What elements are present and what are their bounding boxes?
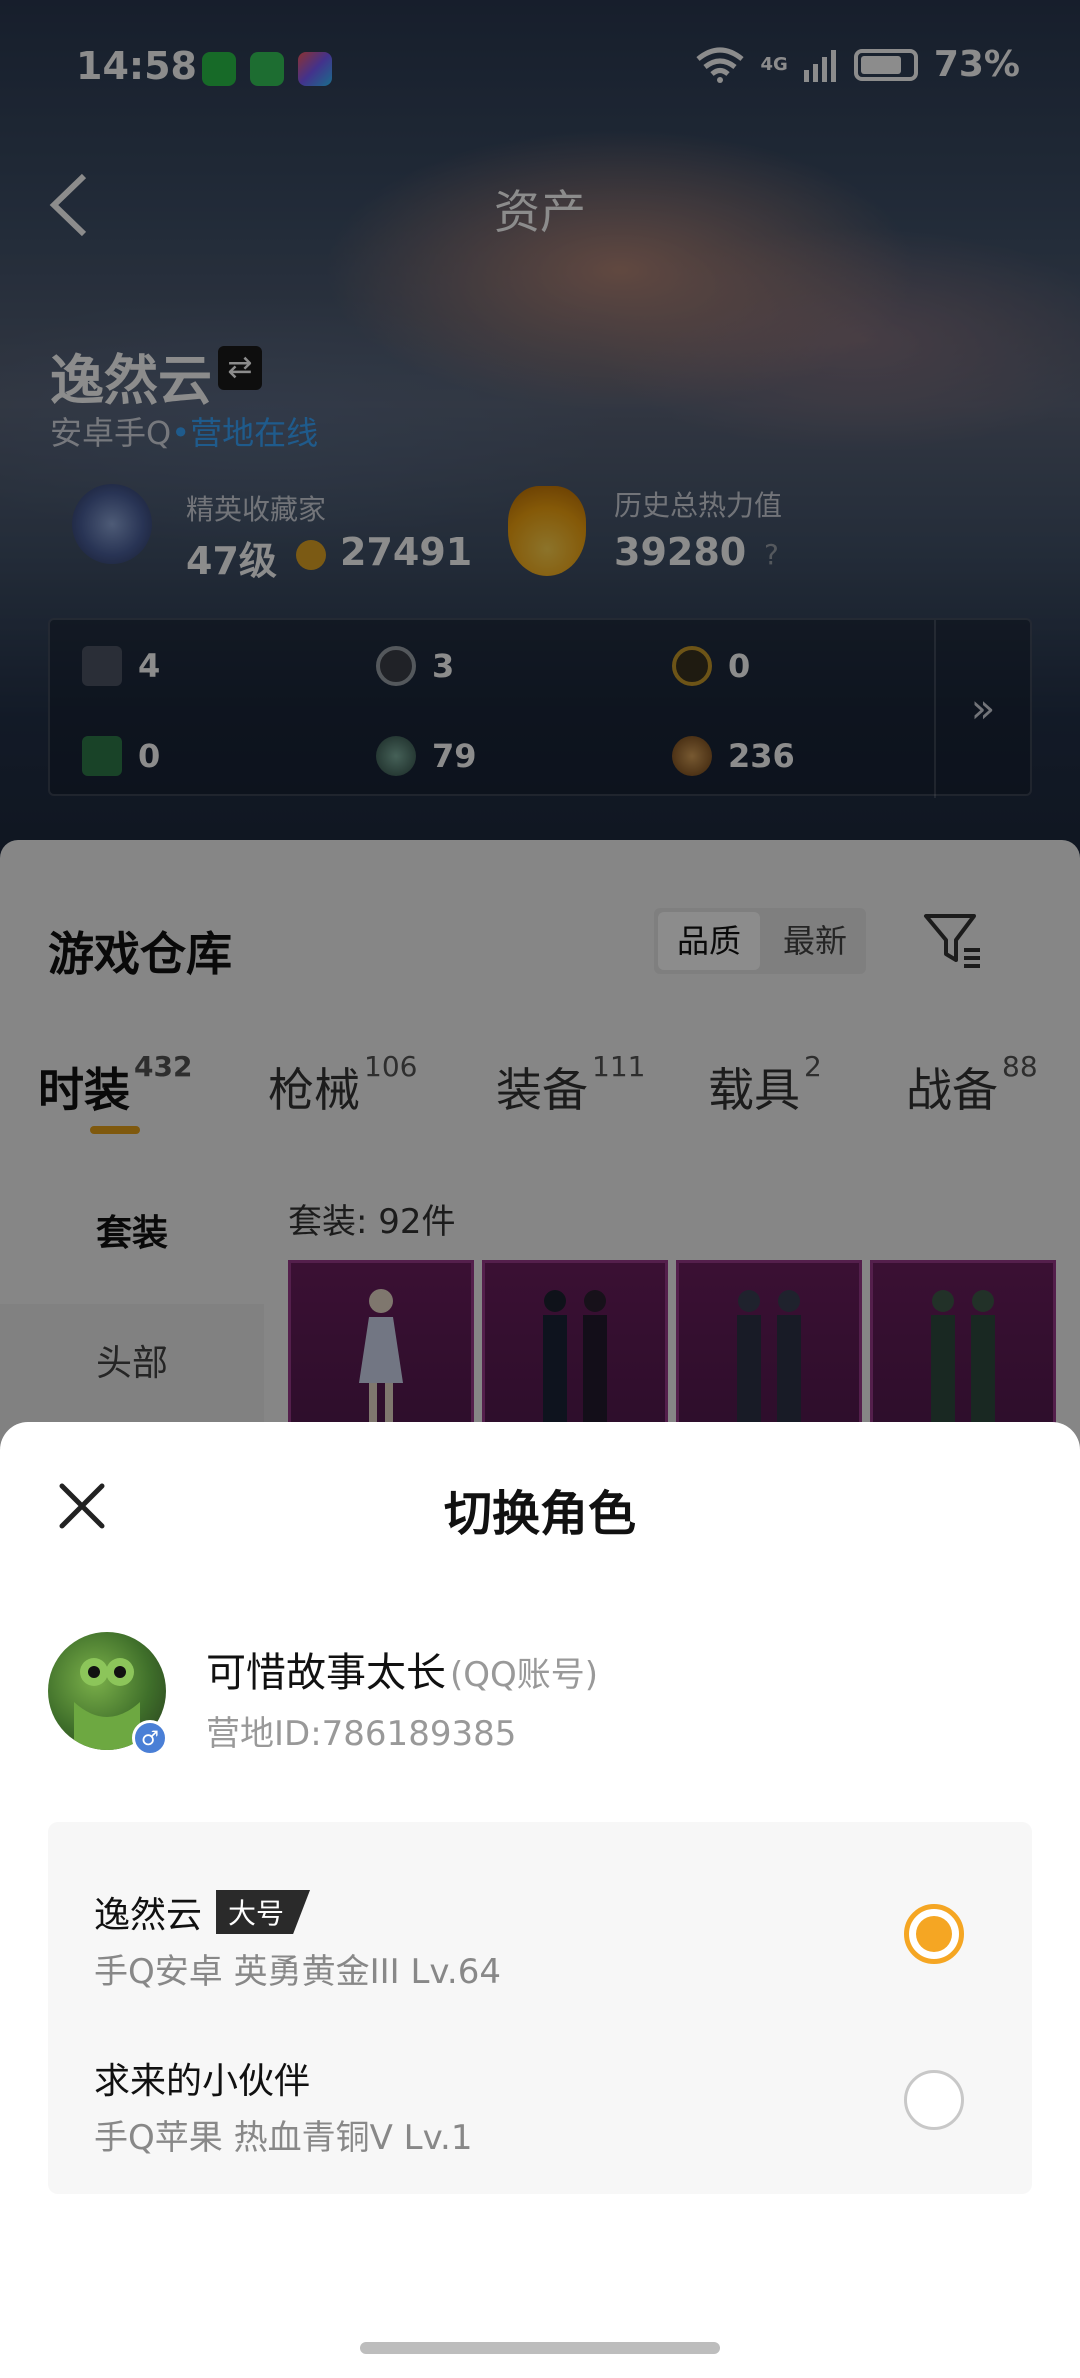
role-info: 手Q苹果 热血青铜V Lv.1	[94, 2118, 473, 2158]
male-gender-icon: ♂	[132, 1720, 168, 1756]
home-indicator[interactable]	[360, 2342, 720, 2354]
role-name: 逸然云	[94, 1895, 203, 1936]
role-info: 手Q安卓 英勇黄金III Lv.64	[94, 1952, 501, 1992]
role-list: 逸然云 大号 手Q安卓 英勇黄金III Lv.64 求来的小伙伴 手Q苹果 热血…	[48, 1822, 1032, 2194]
role-item[interactable]: 求来的小伙伴 手Q苹果 热血青铜V Lv.1	[48, 2002, 1032, 2172]
page-root: 14:58 4G 73% 资产 逸然云 ⇄ 安卓手Q•营地在线 精英收藏家 47…	[0, 0, 1080, 2378]
switch-role-sheet: 切换角色 ♂ 可惜故事太长 (QQ账号) 营地ID:786189385 逸然云 大…	[0, 1422, 1080, 2378]
role-item[interactable]: 逸然云 大号 手Q安卓 英勇黄金III Lv.64	[48, 1836, 1032, 2006]
account-type: (QQ账号)	[450, 1655, 599, 1695]
account-name-line: 可惜故事太长 (QQ账号)	[206, 1640, 598, 1698]
role-radio[interactable]	[904, 2070, 964, 2130]
role-name-line: 求来的小伙伴	[94, 2052, 310, 2104]
role-name: 求来的小伙伴	[94, 2061, 311, 2102]
role-radio-selected[interactable]	[904, 1904, 964, 1964]
account-id: 营地ID:786189385	[206, 1714, 517, 1754]
switch-role-title: 切换角色	[443, 1486, 636, 1542]
main-account-badge: 大号	[216, 1890, 311, 1934]
role-name-line: 逸然云 大号	[94, 1886, 311, 1938]
account-name: 可惜故事太长	[206, 1650, 446, 1696]
